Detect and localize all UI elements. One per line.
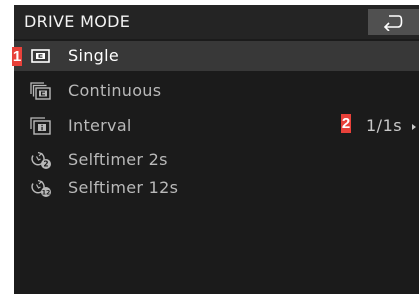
menu-item-label: Single [68,46,119,65]
callout-marker-2: 2 [341,114,351,133]
menu-item-selftimer-2s[interactable]: 2 Selftimer 2s [14,145,419,175]
menu-item-label: Interval [68,116,132,135]
callout-marker-1: 1 [12,47,22,66]
menu-item-interval[interactable]: Interval 1/1s [14,111,419,141]
menu-item-single[interactable]: Single [14,41,419,71]
camera-screen: DRIVE MODE Single Continuous Interval 1/… [14,5,419,294]
back-arrow-icon [383,15,403,31]
submenu-arrow-icon [412,124,416,130]
menu-header: DRIVE MODE [14,5,419,39]
menu-item-label: Selftimer 12s [68,178,179,197]
menu-item-label: Selftimer 2s [68,150,168,169]
single-frame-icon [31,49,50,63]
page-title: DRIVE MODE [24,12,131,31]
interval-icon [30,117,51,135]
menu-item-selftimer-12s[interactable]: 12 Selftimer 12s [14,173,419,203]
svg-text:12: 12 [42,189,51,196]
back-button[interactable] [368,9,419,35]
menu-item-label: Continuous [68,81,162,100]
interval-value: 1/1s [366,116,403,135]
menu-item-continuous[interactable]: Continuous [14,76,419,106]
selftimer-2-icon: 2 [31,151,51,169]
svg-text:2: 2 [43,160,48,169]
selftimer-12-icon: 12 [31,179,51,197]
continuous-frames-icon [30,82,51,100]
